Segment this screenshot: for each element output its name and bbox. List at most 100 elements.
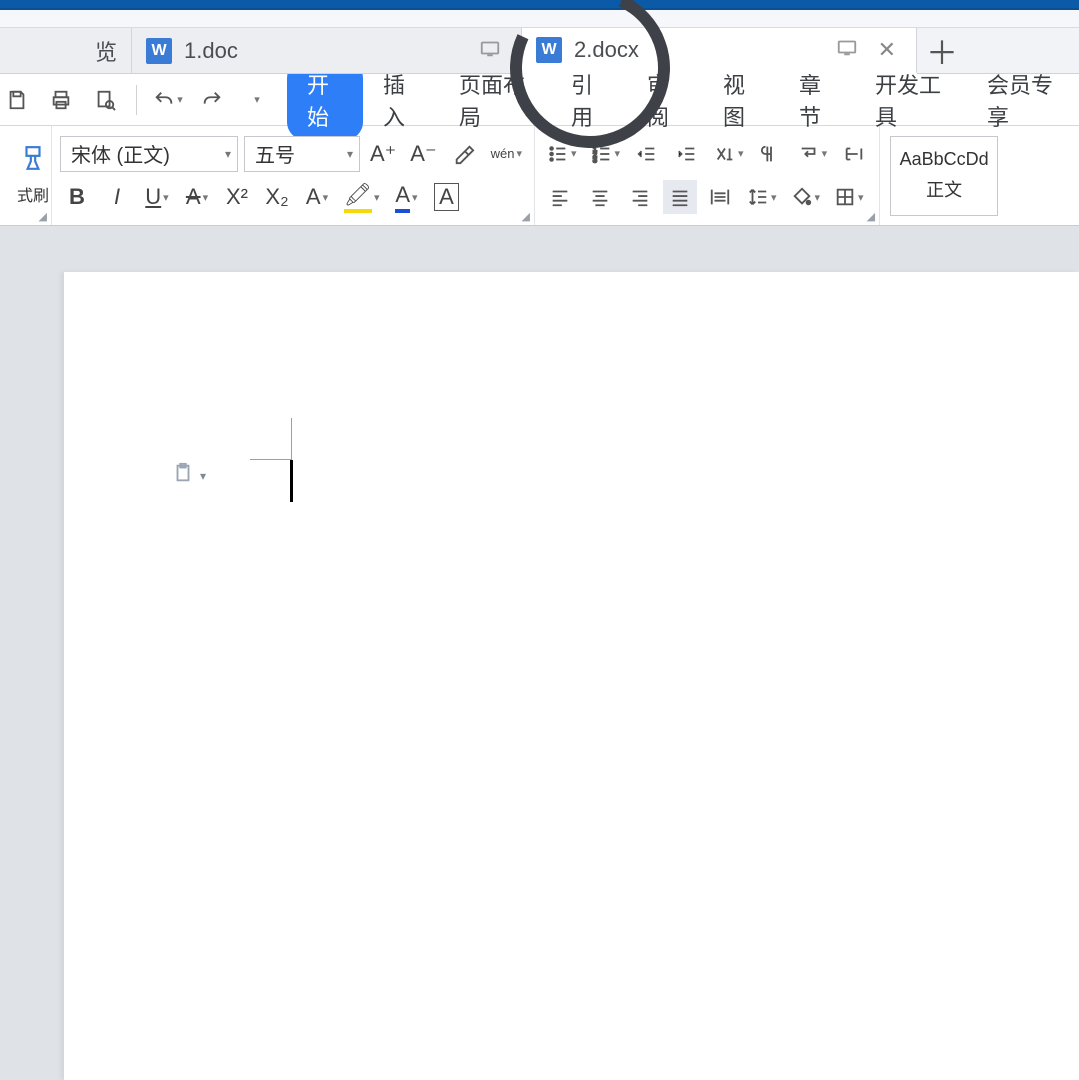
- superscript-button[interactable]: X²: [220, 180, 254, 214]
- margin-marker: [250, 418, 292, 460]
- text-direction-button[interactable]: [754, 137, 788, 171]
- qat-more-button[interactable]: ▾: [239, 83, 273, 117]
- clear-formatting-button[interactable]: [447, 137, 481, 171]
- chevron-down-icon[interactable]: ▾: [200, 469, 206, 483]
- chevron-down-icon[interactable]: ▾: [571, 147, 577, 160]
- font-color-icon: A: [395, 182, 410, 213]
- group-launcher-icon[interactable]: ◢: [39, 210, 47, 223]
- style-name: 正文: [926, 176, 962, 202]
- decrease-font-icon: A⁻: [410, 141, 436, 167]
- increase-font-button[interactable]: A⁺: [366, 137, 400, 171]
- subscript-icon: X₂: [265, 184, 288, 210]
- print-preview-button[interactable]: [88, 83, 122, 117]
- chevron-down-icon[interactable]: ▾: [771, 191, 777, 204]
- chevron-down-icon[interactable]: ▾: [163, 191, 169, 204]
- group-paragraph: ▾ 123 ▾ ▾ ▾: [535, 126, 880, 225]
- increase-font-icon: A⁺: [370, 141, 396, 167]
- window-mode-icon[interactable]: [830, 36, 864, 64]
- chevron-down-icon[interactable]: ▾: [203, 191, 209, 204]
- numbering-button[interactable]: 123 ▾: [587, 137, 625, 171]
- redo-button[interactable]: [195, 83, 229, 117]
- line-spacing-button[interactable]: ▾: [743, 180, 781, 214]
- phonetic-label: wén: [491, 146, 515, 161]
- chevron-down-icon[interactable]: ▾: [516, 147, 522, 160]
- paste-options-button[interactable]: ▾: [172, 462, 206, 490]
- group-launcher-icon[interactable]: ◢: [867, 210, 875, 223]
- chevron-down-icon[interactable]: ▾: [219, 147, 231, 161]
- word-doc-icon: W: [536, 37, 562, 63]
- highlight-icon: 🖍: [344, 182, 372, 213]
- align-center-button[interactable]: [583, 180, 617, 214]
- highlight-color-button[interactable]: 🖍▾: [340, 180, 383, 214]
- quick-access-toolbar: ▾ ▾: [0, 74, 281, 125]
- chevron-down-icon[interactable]: ▾: [177, 93, 183, 106]
- format-painter-button[interactable]: 式刷: [8, 136, 58, 216]
- paste-clipboard-icon: [172, 462, 194, 490]
- font-color-button[interactable]: A▾: [389, 180, 423, 214]
- style-sample: AaBbCcDd: [900, 149, 989, 170]
- strikethrough-button[interactable]: A▾: [180, 180, 214, 214]
- canvas-area[interactable]: ▾: [0, 226, 1079, 1080]
- line-break-button[interactable]: ▾: [794, 137, 832, 171]
- font-size-value: 五号: [255, 139, 295, 168]
- titlebar: [0, 0, 1079, 10]
- bold-button[interactable]: B: [60, 180, 94, 214]
- phonetic-guide-button[interactable]: wén ▾: [487, 137, 526, 171]
- borders-button[interactable]: ▾: [830, 180, 868, 214]
- text-effects-button[interactable]: A▾: [300, 180, 334, 214]
- document-tabbar: 览 W 1.doc W 2.docx ✕ ＋: [0, 28, 1079, 74]
- group-launcher-icon[interactable]: ◢: [522, 210, 530, 223]
- align-justify-button[interactable]: [663, 180, 697, 214]
- chevron-down-icon[interactable]: ▾: [323, 191, 329, 204]
- new-tab-button[interactable]: ＋: [917, 28, 967, 73]
- chevron-down-icon[interactable]: ▾: [341, 147, 353, 161]
- font-name-value: 宋体 (正文): [71, 139, 170, 168]
- chevron-down-icon[interactable]: ▾: [374, 191, 380, 204]
- asian-layout-button[interactable]: ▾: [710, 137, 748, 171]
- tab-partial-left[interactable]: 览: [0, 28, 132, 73]
- chevron-down-icon[interactable]: ▾: [815, 191, 821, 204]
- strikethrough-icon: A: [186, 184, 201, 210]
- chevron-down-icon[interactable]: ▾: [412, 191, 418, 204]
- document-tab-2[interactable]: W 2.docx ✕: [522, 28, 917, 74]
- format-painter-icon: [20, 145, 46, 178]
- subscript-button[interactable]: X₂: [260, 180, 294, 214]
- font-name-combo[interactable]: 宋体 (正文) ▾: [60, 136, 238, 172]
- group-font: 宋体 (正文) ▾ 五号 ▾ A⁺ A⁻ wén ▾ B I U▾ A▾ X² …: [52, 126, 535, 225]
- text-cursor: [290, 460, 293, 502]
- group-clipboard: 式刷 ◢: [0, 126, 52, 225]
- document-page[interactable]: ▾: [64, 272, 1079, 1080]
- align-distributed-button[interactable]: [703, 180, 737, 214]
- bold-icon: B: [69, 184, 85, 210]
- svg-text:3: 3: [592, 155, 596, 164]
- italic-button[interactable]: I: [100, 180, 134, 214]
- close-icon[interactable]: ✕: [872, 37, 902, 63]
- chevron-down-icon[interactable]: ▾: [615, 147, 621, 160]
- font-size-combo[interactable]: 五号 ▾: [244, 136, 360, 172]
- align-left-button[interactable]: [543, 180, 577, 214]
- character-border-button[interactable]: A: [429, 180, 463, 214]
- tab-2-name: 2.docx: [574, 37, 639, 63]
- decrease-indent-button[interactable]: [630, 137, 664, 171]
- ribbon-toolbar: 式刷 ◢ 宋体 (正文) ▾ 五号 ▾ A⁺ A⁻ wén ▾ B: [0, 126, 1079, 226]
- style-normal[interactable]: AaBbCcDd 正文: [890, 136, 998, 216]
- tabs-button[interactable]: [837, 137, 871, 171]
- chevron-down-icon[interactable]: ▾: [822, 147, 828, 160]
- decrease-font-button[interactable]: A⁻: [406, 137, 440, 171]
- increase-indent-button[interactable]: [670, 137, 704, 171]
- group-styles: AaBbCcDd 正文: [880, 126, 1008, 225]
- print-button[interactable]: [44, 83, 78, 117]
- save-button[interactable]: [0, 83, 34, 117]
- word-doc-icon: W: [146, 38, 172, 64]
- separator: [136, 85, 137, 115]
- undo-button[interactable]: ▾: [151, 83, 185, 117]
- chevron-down-icon[interactable]: ▾: [738, 147, 744, 160]
- window-mode-icon[interactable]: [473, 37, 507, 65]
- align-right-button[interactable]: [623, 180, 657, 214]
- underline-icon: U: [145, 184, 161, 210]
- bullets-button[interactable]: ▾: [543, 137, 581, 171]
- chevron-down-icon[interactable]: ▾: [858, 191, 864, 204]
- underline-button[interactable]: U▾: [140, 180, 174, 214]
- shading-button[interactable]: ▾: [787, 180, 825, 214]
- document-tab-1[interactable]: W 1.doc: [132, 28, 522, 73]
